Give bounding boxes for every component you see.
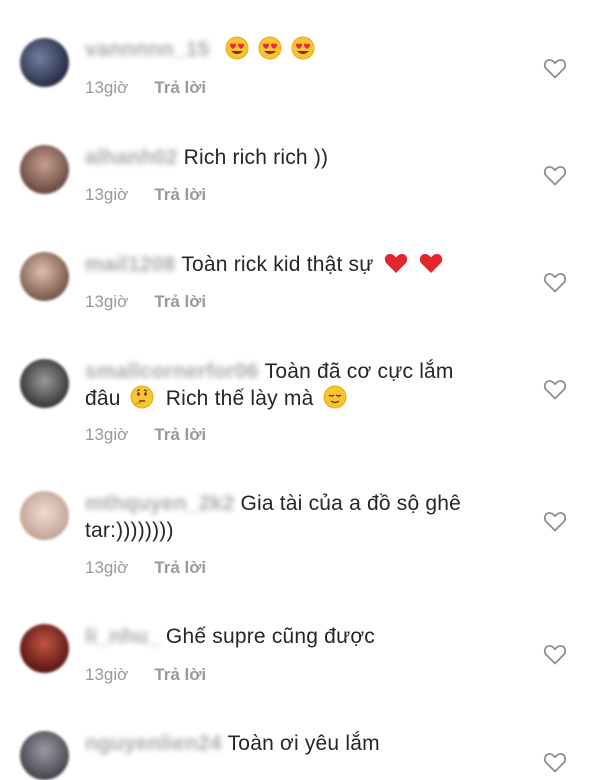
comment-text: Ghế supre cũng được: [165, 625, 375, 648]
comment-username[interactable]: vannnnn_15: [85, 38, 210, 61]
comment-username[interactable]: mthquyen_2k2: [85, 492, 234, 515]
comment-text: Toàn rick kid thật sự: [181, 253, 374, 276]
reply-button[interactable]: Trả lời: [154, 558, 206, 577]
comment-username[interactable]: smallcornerfor06: [85, 360, 259, 383]
comment-time: 13giờ: [85, 185, 129, 204]
avatar[interactable]: [20, 38, 69, 87]
comment-username[interactable]: nguyenlien24: [85, 732, 222, 755]
comment-time: 13giờ: [85, 425, 129, 444]
reply-button[interactable]: Trả lời: [154, 78, 206, 97]
reply-button[interactable]: Trả lời: [154, 185, 206, 204]
like-heart-icon[interactable]: [543, 378, 567, 400]
red-heart-emoji-icon: [383, 251, 409, 282]
relieved-emoji-icon: [323, 385, 347, 416]
comment-body: li_nhu_ Ghế supre cũng được: [85, 623, 495, 650]
thinking-emoji-icon: [130, 385, 154, 416]
like-heart-icon[interactable]: [543, 643, 567, 665]
reply-button[interactable]: Trả lời: [154, 425, 206, 444]
like-heart-icon[interactable]: [543, 751, 567, 773]
heart-eyes-emoji-icon: [258, 36, 282, 67]
comment-time: 13giờ: [85, 665, 129, 684]
avatar[interactable]: [20, 252, 69, 301]
avatar[interactable]: [20, 359, 69, 408]
like-heart-icon[interactable]: [543, 164, 567, 186]
comment-body: smallcornerfor06 Toàn đã cơ cực lắm đâu R…: [85, 358, 495, 416]
reply-button[interactable]: Trả lời: [154, 665, 206, 684]
like-heart-icon[interactable]: [543, 57, 567, 79]
comment-text-continued: Rich thế lày mà: [165, 387, 314, 410]
red-heart-emoji-icon: [418, 251, 444, 282]
heart-eyes-emoji-icon: [225, 36, 249, 67]
avatar[interactable]: [20, 491, 69, 540]
comment-meta: 13giờ Trả lời: [85, 425, 206, 445]
comment-meta: 13giờ Trả lời: [85, 558, 206, 578]
like-heart-icon[interactable]: [543, 510, 567, 532]
comment-username[interactable]: mail1208: [85, 253, 175, 276]
comment-text: Rich rich rich )): [183, 146, 329, 169]
comment-body: nguyenlien24 Toàn ơi yêu lắm: [85, 730, 495, 757]
comment-username[interactable]: li_nhu_: [85, 625, 160, 648]
avatar[interactable]: [20, 145, 69, 194]
comment-body: mthquyen_2k2 Gia tài của a đồ sộ ghê tar:…: [85, 490, 495, 544]
comment-text: Toàn ơi yêu lắm: [227, 732, 380, 755]
avatar[interactable]: [20, 624, 69, 673]
comment-time: 13giờ: [85, 78, 129, 97]
heart-eyes-emoji-icon: [291, 36, 315, 67]
comment-time: 13giờ: [85, 558, 129, 577]
comment-meta: 13giờ Trả lời: [85, 78, 206, 98]
comment-time: 13giờ: [85, 292, 129, 311]
comment-body: vannnnn_15: [85, 36, 495, 67]
like-heart-icon[interactable]: [543, 271, 567, 293]
comment-body: alhanh02 Rich rich rich )): [85, 144, 495, 171]
comment-username[interactable]: alhanh02: [85, 146, 178, 169]
comment-meta: 13giờ Trả lời: [85, 665, 206, 685]
reply-button[interactable]: Trả lời: [154, 292, 206, 311]
comment-body: mail1208 Toàn rick kid thật sự: [85, 251, 495, 282]
avatar[interactable]: [20, 731, 69, 780]
comment-meta: 13giờ Trả lời: [85, 292, 206, 312]
comment-meta: 13giờ Trả lời: [85, 185, 206, 205]
